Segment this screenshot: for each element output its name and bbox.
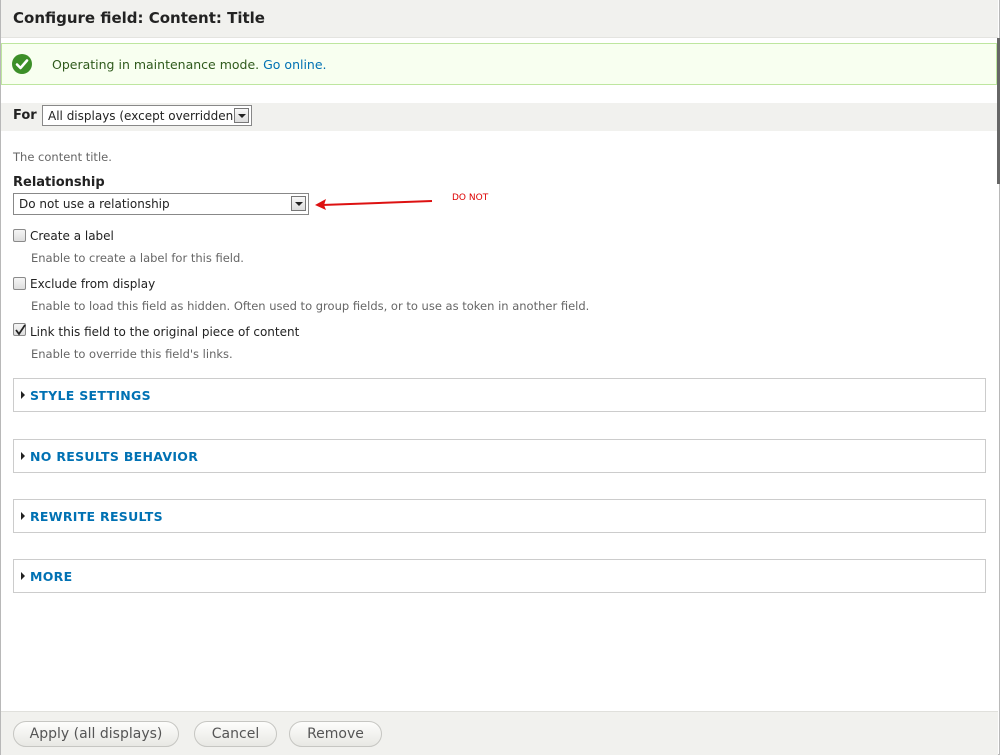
create-label-checkbox[interactable] <box>13 229 26 242</box>
create-label-description: Enable to create a label for this field. <box>31 251 244 265</box>
message-text: Operating in maintenance mode. Go online… <box>52 57 327 72</box>
dialog-titlebar: Configure field: Content: Title <box>1 0 998 38</box>
relationship-select[interactable]: Do not use a relationship <box>13 193 309 215</box>
relationship-select-value: Do not use a relationship <box>19 197 170 211</box>
display-select[interactable]: All displays (except overridden) <box>42 105 252 126</box>
no-results-behavior-section[interactable]: NO RESULTS BEHAVIOR <box>13 439 986 473</box>
triangle-right-icon <box>21 452 25 460</box>
for-label: For <box>13 108 37 123</box>
exclude-from-display-label[interactable]: Exclude from display <box>30 277 155 291</box>
message-label: Operating in maintenance mode. <box>52 57 260 72</box>
link-to-content-label[interactable]: Link this field to the original piece of… <box>30 325 299 339</box>
field-description: The content title. <box>13 150 112 164</box>
dialog-footer: Apply (all displays) Cancel Remove <box>1 711 998 755</box>
check-circle-icon <box>12 54 32 74</box>
annotation-arrow <box>315 199 433 210</box>
triangle-right-icon <box>21 512 25 520</box>
rewrite-results-section[interactable]: REWRITE RESULTS <box>13 499 986 533</box>
display-select-value: All displays (except overridden) <box>48 109 238 123</box>
display-selector-bar: For All displays (except overridden) <box>1 103 997 131</box>
triangle-right-icon <box>21 391 25 399</box>
relationship-label: Relationship <box>13 175 105 190</box>
exclude-from-display-description: Enable to load this field as hidden. Oft… <box>31 299 590 313</box>
rewrite-results-toggle[interactable]: REWRITE RESULTS <box>30 509 163 524</box>
link-to-content-checkbox[interactable] <box>13 323 26 336</box>
cancel-button[interactable]: Cancel <box>194 721 277 747</box>
checkmark-icon <box>15 324 26 336</box>
dialog-title: Configure field: Content: Title <box>13 9 265 27</box>
remove-button[interactable]: Remove <box>289 721 382 747</box>
more-section[interactable]: MORE <box>13 559 986 593</box>
triangle-right-icon <box>21 572 25 580</box>
go-online-link[interactable]: Go online. <box>263 57 326 72</box>
create-label-label[interactable]: Create a label <box>30 229 114 243</box>
status-message: Operating in maintenance mode. Go online… <box>1 43 997 85</box>
more-toggle[interactable]: MORE <box>30 569 72 584</box>
chevron-down-icon[interactable] <box>234 108 249 123</box>
link-to-content-description: Enable to override this field's links. <box>31 347 233 361</box>
apply-button[interactable]: Apply (all displays) <box>13 721 179 747</box>
no-results-behavior-toggle[interactable]: NO RESULTS BEHAVIOR <box>30 449 198 464</box>
style-settings-section[interactable]: STYLE SETTINGS <box>13 378 986 412</box>
exclude-from-display-checkbox[interactable] <box>13 277 26 290</box>
style-settings-toggle[interactable]: STYLE SETTINGS <box>30 388 151 403</box>
chevron-down-icon[interactable] <box>291 196 306 211</box>
annotation-text: DO NOT <box>452 193 489 203</box>
